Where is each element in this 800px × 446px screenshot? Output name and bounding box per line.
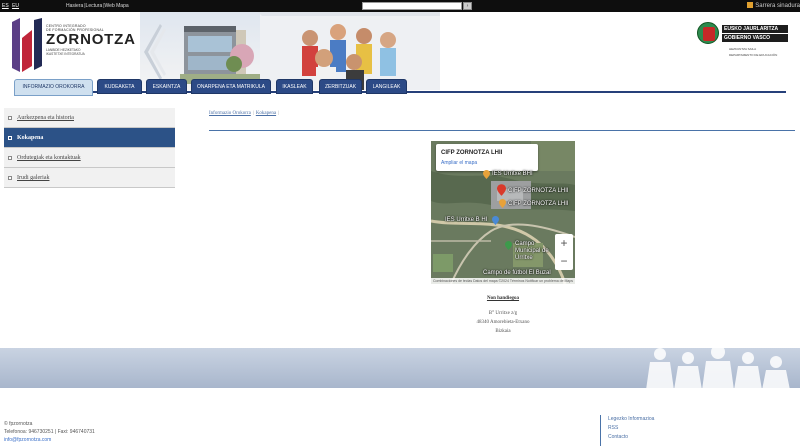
map-info-card: CIFP ZORNOTZA LHII Ampliar el mapa	[436, 144, 538, 171]
lang-eu-link[interactable]: EU	[12, 3, 19, 9]
footer-phones: Telefonoa: 946730251 | Faxi: 946740731	[4, 429, 95, 435]
gv-line2: GOBIERNO VASCO	[722, 34, 788, 42]
sidebar-item-label: Kokapena	[17, 135, 44, 141]
sidebar-item-label: Ordutegiak eta kontaktuak	[17, 155, 81, 161]
address-heading: Non handiegoa	[486, 296, 520, 301]
tab-ikasleak[interactable]: IKASLEAK	[276, 79, 313, 94]
map-card-title: CIFP ZORNOTZA LHII	[441, 150, 503, 156]
map-label-campo: Campo Municipal de Urritxe	[515, 241, 549, 261]
bullet-icon	[8, 156, 12, 160]
map-pin-green-icon[interactable]	[505, 241, 512, 250]
gv-line1: EUSKO JAURLARITZA	[722, 25, 788, 33]
top-link-home[interactable]: Hasiera	[66, 3, 83, 9]
language-switcher: ES EU	[2, 3, 21, 9]
sidebar-item-kokapena[interactable]: Kokapena	[4, 128, 175, 148]
map-zoom-control: + −	[555, 234, 573, 270]
breadcrumb-separator: |	[278, 111, 280, 116]
lock-icon	[747, 2, 754, 8]
map-enlarge-link[interactable]: Ampliar el mapa	[441, 160, 477, 166]
address-line3: Bizkaia	[495, 329, 511, 334]
footer-contact: © fpzornotza Telefonoa: 946730251 | Faxi…	[4, 420, 95, 444]
sidebar-item-label: Irudi galeriak	[17, 175, 50, 181]
bullet-icon	[8, 136, 12, 140]
zoom-out-button[interactable]: −	[555, 252, 573, 270]
top-link-reading[interactable]: Lectura	[86, 3, 103, 9]
map-label-campo-futbol: Campo de fútbol El Buzal	[483, 270, 551, 276]
breadcrumb-informazio-orokorra[interactable]: Informazio Orokorra	[209, 111, 251, 116]
tab-eskaintza[interactable]: ESKAINTZA	[146, 79, 187, 94]
top-bar: ES EU Hasiera|Lectura|Web Mapa › Sarrera…	[0, 0, 800, 12]
map-pin-orange-icon[interactable]	[483, 170, 490, 179]
footer-email-link[interactable]: info@fpzornotza.com	[4, 436, 95, 444]
breadcrumb: Informazio Orokorra | Kokapena |	[209, 111, 281, 116]
address-block: Non handiegoa B° Urritxe z/g 48340 Amore…	[431, 294, 575, 336]
breadcrumb-separator: |	[252, 111, 254, 116]
zornotza-logo-icon[interactable]	[10, 16, 44, 74]
search-input[interactable]	[362, 2, 462, 10]
logo-line4: IKASTETXE INTEGRATUA	[46, 52, 85, 56]
footer-link-contact[interactable]: Contacto	[608, 433, 654, 442]
sidebar-item-irudi-galeriak[interactable]: Irudi galeriak	[4, 168, 175, 188]
gv-sub1: HEZKUNTZA SAILA	[729, 47, 757, 51]
footer-link-legal[interactable]: Legezko Informazioa	[608, 415, 654, 424]
bullet-icon	[8, 176, 12, 180]
tab-kudeaketa[interactable]: KUDEAKETA	[97, 79, 142, 94]
main-nav: INFORMAZIO OROKORRA KUDEAKETA ESKAINTZA …	[0, 79, 800, 96]
map-pin-orange-icon[interactable]	[499, 199, 506, 208]
signature-login-label: Sarrera sinadura	[755, 3, 800, 9]
map-pin-blue-icon[interactable]	[492, 216, 499, 225]
footer-link-rss[interactable]: RSS	[608, 424, 654, 433]
people-silhouette-icon	[646, 346, 790, 390]
top-link-sitemap[interactable]: Web Mapa	[105, 3, 129, 9]
gobierno-vasco-logo[interactable]: EUSKO JAURLARITZA GOBIERNO VASCO HEZKUNT…	[697, 20, 797, 70]
breadcrumb-kokapena[interactable]: Kokapena	[256, 111, 276, 116]
footer-links: Legezko Informazioa RSS Contacto	[600, 415, 654, 446]
signature-login-link[interactable]: Sarrera sinadura	[747, 2, 800, 9]
lang-es-link[interactable]: ES	[2, 3, 9, 9]
map-label-ies-urritxe-b: IES Urritxe B HI	[445, 217, 488, 223]
footer: © fpzornotza Telefonoa: 946730251 | Faxi…	[0, 388, 800, 446]
footer-copyright: © fpzornotza	[4, 421, 33, 427]
logo-text: CENTRO INTEGRADO DE FORMACIÓN PROFESIONA…	[46, 24, 136, 56]
bullet-icon	[8, 116, 12, 120]
footer-band	[0, 346, 800, 390]
map-pin-red-icon[interactable]	[497, 184, 506, 196]
map-label-cifp-1: CIFP ZORNOTZA LHII	[508, 188, 569, 194]
top-links: Hasiera|Lectura|Web Mapa	[66, 3, 129, 9]
address-line2: 48340 Amorebieta-Etxano	[476, 320, 530, 325]
map-label-ies-urritxe: IES Urritxe BHI	[492, 171, 533, 177]
google-map[interactable]: CIFP ZORNOTZA LHII Ampliar el mapa IES U…	[431, 141, 575, 284]
logo-name: ZORNOTZA	[46, 31, 136, 48]
sidebar: Aurkezpena eta historia Kokapena Orduteg…	[4, 108, 175, 188]
zoom-in-button[interactable]: +	[555, 234, 573, 252]
content-rule	[209, 130, 795, 131]
tab-informazio-orokorra[interactable]: INFORMAZIO OROKORRA	[14, 79, 93, 96]
tab-onarpena-eta-matrikula[interactable]: ONARPENA ETA MATRIKULA	[191, 79, 271, 94]
basque-shield-icon	[697, 22, 719, 44]
sidebar-item-label: Aurkezpena eta historia	[17, 115, 74, 121]
map-attribution: Combinaciones de teclas Datos del mapa ©…	[431, 278, 575, 284]
sidebar-item-ordutegiak[interactable]: Ordutegiak eta kontaktuak	[4, 148, 175, 168]
tab-langileak[interactable]: LANGILEAK	[366, 79, 407, 94]
search-button[interactable]: ›	[463, 2, 472, 10]
tab-zerbitzuak[interactable]: ZERBITZUAK	[319, 79, 362, 94]
address-line1: B° Urritxe z/g	[488, 311, 518, 316]
map-label-cifp-2: CIFP ZORNOTZA LHII	[508, 201, 569, 207]
sidebar-item-aurkezpena[interactable]: Aurkezpena eta historia	[4, 108, 175, 128]
gv-sub2: DEPARTAMENTO DE EDUCACIÓN	[729, 53, 778, 57]
